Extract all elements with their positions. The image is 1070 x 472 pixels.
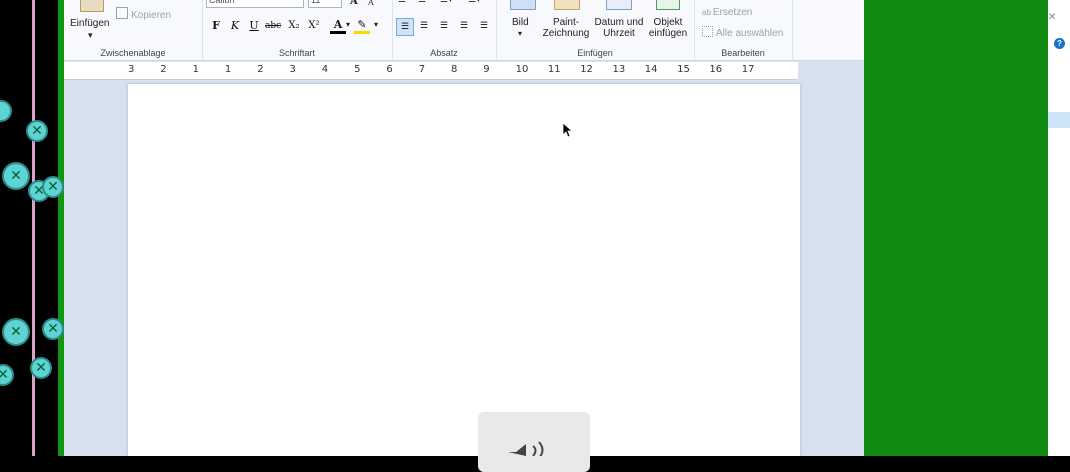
- copy-label: Kopieren: [131, 10, 172, 21]
- paint-icon: [554, 0, 580, 10]
- group-label-font: Schriftart: [278, 48, 315, 58]
- ruler-number: 1: [192, 64, 199, 75]
- select-all-icon: [702, 26, 713, 37]
- grow-font-icon[interactable]: A: [350, 0, 358, 7]
- object-label-line1: Objekt: [653, 17, 683, 28]
- underline-button[interactable]: U: [246, 18, 262, 34]
- ruler-number: 9: [483, 64, 490, 75]
- ruler-number: 8: [451, 64, 458, 75]
- ruler-number: 12: [580, 64, 593, 75]
- paragraph-settings-icon[interactable]: ☰: [476, 18, 492, 34]
- indent-decrease-icon[interactable]: ☰: [398, 0, 406, 5]
- pink-divider: [32, 0, 35, 456]
- font-name-select[interactable]: Calibri: [206, 0, 304, 8]
- datetime-label-line2: Uhrzeit: [603, 28, 635, 39]
- copy-icon: [116, 7, 128, 19]
- paint-label-line1: Paint-: [552, 17, 580, 28]
- edit-group: ab Ersetzen Alle auswählen Bearbeiten: [694, 0, 793, 60]
- ruler-number: 2: [160, 64, 167, 75]
- ruler-number: 1: [224, 64, 232, 75]
- font-color-button[interactable]: A: [330, 18, 346, 34]
- italic-button[interactable]: K: [227, 18, 243, 34]
- bold-button[interactable]: F: [208, 18, 224, 34]
- font-group: Calibri 11 A A F K U abc X₂ X² A ▾ ✎ ▾ S…: [202, 0, 393, 60]
- ribbon: Einfügen ▾ Kopieren Zwischenablage Calib…: [64, 0, 864, 61]
- ruler-number: 3: [289, 64, 296, 75]
- strikethrough-button[interactable]: abc: [265, 18, 281, 34]
- select-all-label: Alle auswählen: [716, 28, 784, 39]
- date-time-button[interactable]: Datum und Uhrzeit: [592, 17, 646, 39]
- replace-label: Ersetzen: [712, 7, 753, 18]
- ruler-number: 2: [257, 64, 264, 75]
- picture-icon: [510, 0, 536, 10]
- ruler-number: 6: [386, 64, 393, 75]
- chevron-down-icon[interactable]: ▾: [518, 29, 522, 38]
- ruler-number: 15: [677, 64, 690, 75]
- ruler-number: 7: [418, 64, 426, 75]
- volume-overlay: [478, 412, 590, 472]
- ruler-number: 14: [644, 64, 658, 75]
- datetime-label-line1: Datum und: [594, 17, 644, 28]
- close-bubble-icon[interactable]: ✕: [30, 357, 52, 379]
- picture-button[interactable]: Bild: [512, 17, 529, 28]
- select-all-button[interactable]: Alle auswählen: [702, 26, 783, 39]
- ruler-number: 11: [547, 64, 561, 75]
- chevron-down-icon[interactable]: ▾: [346, 20, 350, 29]
- object-icon: [656, 0, 680, 10]
- ruler-number: 4: [321, 64, 329, 75]
- justify-icon[interactable]: ☰: [456, 18, 472, 34]
- close-bubble-icon[interactable]: ✕: [2, 318, 30, 346]
- paste-button[interactable]: Einfügen: [70, 18, 109, 29]
- font-size-select[interactable]: 11: [308, 0, 342, 8]
- document-page[interactable]: [128, 84, 800, 456]
- list-icon[interactable]: ☰▾: [440, 0, 453, 5]
- green-background-window: [864, 0, 1048, 456]
- ruler-number: 16: [709, 64, 723, 75]
- paint-drawing-button[interactable]: Paint- Zeichnung: [542, 17, 590, 39]
- speaker-icon: [508, 441, 544, 459]
- ruler-number: 5: [354, 64, 361, 75]
- help-icon[interactable]: ?: [1054, 38, 1065, 49]
- object-label-line2: einfügen: [648, 28, 688, 39]
- group-label-clipboard: Zwischenablage: [100, 48, 166, 58]
- replace-button[interactable]: ab Ersetzen: [702, 7, 752, 18]
- align-left-icon[interactable]: ☰: [396, 18, 414, 36]
- shrink-font-icon[interactable]: A: [368, 0, 374, 7]
- group-label-insert: Einfügen: [577, 48, 613, 58]
- ruler-number: 3: [128, 64, 135, 75]
- close-bubble-icon[interactable]: ✕: [42, 176, 64, 198]
- paint-label-line2: Zeichnung: [542, 28, 590, 39]
- paste-icon: [80, 0, 104, 12]
- align-center-icon[interactable]: ☰: [416, 18, 432, 34]
- close-bubble-icon[interactable]: ✕: [26, 120, 48, 142]
- ruler-number: 17: [741, 64, 755, 75]
- clock-calendar-icon: [606, 0, 632, 10]
- highlight-icon[interactable]: ✎: [354, 18, 370, 34]
- close-bubble-icon[interactable]: ✕: [42, 318, 64, 340]
- ruler[interactable]: 3 2 1 1 2 3 4 5 6 7 8 9 10 11 12 13 14 15 16 17: [64, 62, 798, 80]
- insert-object-button[interactable]: Objekt einfügen: [646, 17, 690, 39]
- chevron-down-icon[interactable]: ▾: [374, 20, 378, 29]
- line-spacing-icon[interactable]: ☰▾: [468, 0, 481, 5]
- close-icon[interactable]: ✕: [1048, 12, 1056, 23]
- selected-row-highlight: [1048, 112, 1070, 128]
- insert-group: Bild ▾ Paint- Zeichnung Datum und Uhrzei…: [496, 0, 695, 60]
- superscript-button[interactable]: X²: [306, 18, 322, 34]
- background-window-edge: ? ✕: [1048, 0, 1070, 456]
- clipboard-group: Einfügen ▾ Kopieren Zwischenablage: [64, 0, 203, 60]
- group-label-edit: Bearbeiten: [721, 48, 765, 58]
- paragraph-group: ☰ ☰ ☰▾ ☰▾ ☰ ☰ ☰ ☰ ☰ Absatz: [392, 0, 497, 60]
- close-bubble-icon[interactable]: ✕: [2, 162, 30, 190]
- align-right-icon[interactable]: ☰: [436, 18, 452, 34]
- subscript-button[interactable]: X₂: [286, 18, 302, 34]
- indent-increase-icon[interactable]: ☰: [418, 0, 426, 5]
- ruler-number: 13: [612, 64, 626, 75]
- chevron-down-icon[interactable]: ▾: [88, 30, 93, 41]
- group-label-paragraph: Absatz: [430, 48, 458, 58]
- copy-button[interactable]: Kopieren: [116, 7, 171, 21]
- ruler-number: 10: [515, 64, 529, 75]
- mouse-cursor-icon: [562, 122, 574, 138]
- replace-icon: ab: [702, 8, 711, 17]
